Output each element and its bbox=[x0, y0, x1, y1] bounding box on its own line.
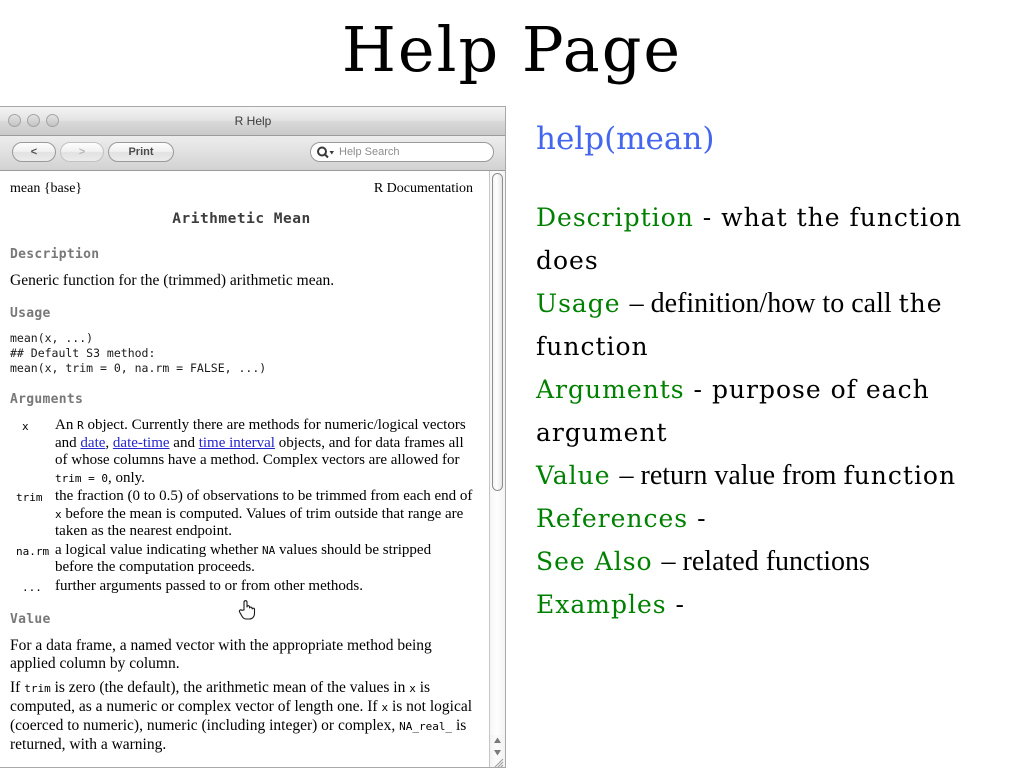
argument-row: na.rm a logical value indicating whether… bbox=[10, 542, 473, 577]
text-run: and bbox=[169, 434, 199, 451]
link-date[interactable]: date bbox=[80, 435, 105, 451]
argument-name: trim bbox=[16, 491, 43, 504]
argument-name: x bbox=[22, 420, 29, 433]
code-run: trim bbox=[24, 681, 51, 695]
print-button[interactable]: Print bbox=[108, 142, 174, 162]
link-time-interval[interactable]: time interval bbox=[199, 435, 275, 451]
bullet-keyword: Description bbox=[536, 203, 694, 232]
document-viewport: mean {base} R Documentation Arithmetic M… bbox=[0, 171, 505, 768]
link-date-time[interactable]: date-time bbox=[113, 435, 170, 451]
document-content: mean {base} R Documentation Arithmetic M… bbox=[0, 171, 487, 760]
bullet-separator: - bbox=[684, 375, 712, 404]
argument-description: a logical value indicating whether NA va… bbox=[55, 542, 473, 577]
resize-grip-icon[interactable] bbox=[491, 757, 505, 768]
bullet-tail: function bbox=[843, 461, 957, 490]
argument-description: further arguments passed to or from othe… bbox=[55, 577, 363, 594]
doc-header-row: mean {base} R Documentation bbox=[10, 181, 473, 197]
argument-description: An R object. Currently there are methods… bbox=[55, 417, 473, 487]
window-title: R Help bbox=[234, 114, 272, 128]
text-run: is zero (the default), the arithmetic me… bbox=[50, 678, 410, 696]
bullet-examples: Examples - bbox=[536, 583, 1024, 626]
bullet-usage: Usage – definition/how to call the funct… bbox=[536, 282, 1024, 368]
text-run: a logical value indicating whether bbox=[55, 541, 263, 558]
text-run: the fraction (0 to 0.5) of observations … bbox=[55, 488, 473, 504]
code-run: NA_real_ bbox=[399, 719, 453, 733]
scrollbar-thumb[interactable] bbox=[492, 173, 503, 491]
bullet-separator bbox=[621, 289, 630, 318]
bullet-separator: - bbox=[666, 590, 685, 619]
code-run: x bbox=[409, 681, 416, 695]
bullet-separator bbox=[653, 547, 662, 576]
code-run: NA bbox=[262, 543, 276, 557]
bullet-keyword: See Also bbox=[536, 547, 653, 576]
search-placeholder: Help Search bbox=[339, 146, 400, 158]
bullet-tail-serif: – definition/how to call bbox=[629, 288, 899, 319]
usage-code-block: mean(x, ...) ## Default S3 method: mean(… bbox=[10, 331, 473, 376]
bullet-description: Description - what the function does bbox=[536, 196, 1024, 282]
pointing-hand-cursor-icon bbox=[238, 600, 256, 620]
text-run: , bbox=[105, 434, 113, 451]
bullet-keyword: Examples bbox=[536, 590, 667, 619]
code-line: ## Default S3 method: bbox=[10, 346, 156, 360]
window-toolbar: < > Print Help Search bbox=[0, 136, 505, 171]
code-line: mean(x, trim = 0, na.rm = FALSE, ...) bbox=[10, 361, 267, 375]
vertical-scrollbar[interactable] bbox=[489, 171, 505, 768]
description-paragraph: Generic function for the (trimmed) arith… bbox=[10, 272, 335, 289]
bullet-arguments: Arguments - purpose of each argument bbox=[536, 368, 1024, 454]
argument-name: na.rm bbox=[16, 544, 50, 558]
doc-header-right: R Documentation bbox=[373, 181, 473, 196]
section-heading-usage: Usage bbox=[10, 306, 51, 321]
doc-main-title: Arithmetic Mean bbox=[172, 211, 311, 227]
argument-description: the fraction (0 to 0.5) of observations … bbox=[55, 488, 473, 541]
text-run: If bbox=[10, 678, 25, 696]
page-title: Help Page bbox=[341, 13, 683, 86]
bullets-panel: help(mean) Description - what the functi… bbox=[536, 120, 1024, 626]
window-titlebar: R Help bbox=[0, 107, 505, 136]
value-paragraph-1: For a data frame, a named vector with th… bbox=[10, 636, 432, 672]
bullet-value: Value – return value from function bbox=[536, 454, 1024, 497]
code-run: R bbox=[77, 419, 84, 432]
bullet-keyword: Usage bbox=[536, 289, 621, 318]
bullet-keyword: Value bbox=[536, 461, 611, 490]
argument-row: x An R object. Currently there are metho… bbox=[10, 417, 473, 487]
doc-header-left: mean {base} bbox=[10, 181, 83, 196]
code-line: mean(x, ...) bbox=[10, 331, 94, 345]
value-paragraph-2: If trim is zero (the default), the arith… bbox=[10, 679, 473, 754]
r-help-window: R Help < > Print Help Search mean {base}… bbox=[0, 106, 506, 768]
nav-forward-button[interactable]: > bbox=[60, 142, 104, 162]
bullet-keyword: References bbox=[536, 504, 689, 533]
bullet-keyword: Arguments bbox=[536, 375, 685, 404]
nav-back-button[interactable]: < bbox=[12, 142, 56, 162]
bullet-separator: - bbox=[693, 203, 722, 232]
bullet-tail-serif: – return value from bbox=[619, 460, 844, 491]
bullet-separator: - bbox=[688, 504, 707, 533]
bullet-see-also: See Also – related functions bbox=[536, 540, 1024, 583]
code-run: x bbox=[55, 507, 62, 521]
bullet-tail-serif: – related functions bbox=[661, 546, 870, 577]
argument-row: ... further arguments passed to or from … bbox=[10, 578, 473, 596]
argument-row: trim the fraction (0 to 0.5) of observat… bbox=[10, 488, 473, 541]
search-input[interactable]: Help Search bbox=[310, 142, 494, 162]
section-heading-description: Description bbox=[10, 247, 100, 262]
search-icon[interactable] bbox=[316, 145, 336, 160]
text-run: , only. bbox=[107, 469, 145, 486]
text-run: before the mean is computed. Values of t… bbox=[55, 505, 464, 540]
section-heading-arguments: Arguments bbox=[10, 392, 84, 407]
scroll-up-icon[interactable] bbox=[492, 735, 503, 746]
bullet-separator bbox=[611, 461, 620, 490]
code-run: trim = 0 bbox=[55, 471, 108, 485]
help-call-text: help(mean) bbox=[536, 121, 715, 157]
bullet-references: References - bbox=[536, 497, 1024, 540]
argument-name: ... bbox=[22, 580, 42, 594]
text-run: An bbox=[55, 417, 78, 433]
